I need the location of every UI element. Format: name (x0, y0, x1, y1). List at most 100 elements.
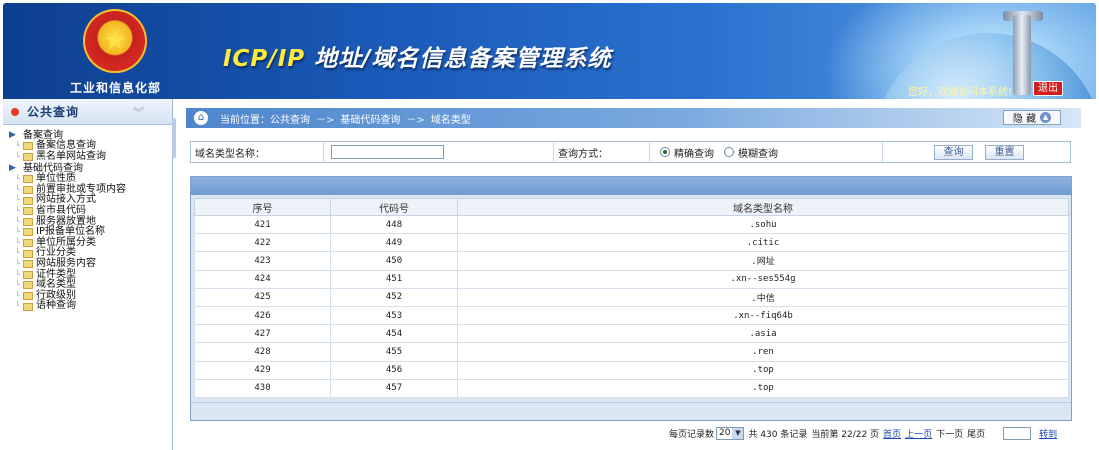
tree-line-icon: └ (15, 174, 20, 184)
fuzzy-query-radio[interactable] (724, 147, 734, 157)
national-emblem-icon: ★ (83, 9, 147, 73)
cell-code: 454 (330, 324, 458, 344)
table-row: 421 448 .sohu (194, 214, 1069, 235)
nav-item-label: 语种查询 (36, 300, 76, 312)
page-icon (23, 302, 33, 311)
page-icon (23, 142, 33, 151)
nav-item[interactable]: └ 语种查询 (9, 301, 172, 312)
goto-link[interactable]: 转到 (1039, 427, 1057, 440)
cell-domain-type: .中信 (457, 287, 1069, 307)
cell-index: 427 (194, 324, 331, 344)
tree-line-icon: └ (15, 205, 20, 215)
nav-item[interactable]: └ 备案信息查询 (9, 140, 172, 152)
tree-line-icon: └ (15, 216, 20, 226)
table-row: 425 452 .中信 (194, 287, 1069, 307)
last-page-text: 尾页 (967, 429, 986, 440)
table-row: 430 457 .top (194, 378, 1069, 398)
sidebar-splitter-handle[interactable] (172, 118, 176, 158)
pagination: 每页记录数 20 ▼ 共 430 条记录 当前第 22/22 页 首页 上一页 下… (669, 425, 1069, 441)
exact-query-label[interactable]: 精确查询 (674, 145, 714, 160)
page-icon (23, 260, 33, 269)
fuzzy-query-label[interactable]: 模糊查询 (738, 145, 778, 160)
cell-domain-type: .网址 (457, 251, 1069, 271)
cell-domain-type: .sohu (457, 214, 1069, 235)
page-icon (23, 152, 33, 161)
total-records: 共 430 条记录 (748, 429, 808, 440)
cell-domain-type: .asia (457, 324, 1069, 344)
cell-index: 424 (194, 269, 331, 289)
cell-code: 449 (330, 233, 458, 253)
tree-line-icon: └ (15, 141, 20, 150)
logout-button[interactable]: 退出 (1033, 81, 1063, 96)
page-icon (23, 207, 33, 216)
nav-item[interactable]: └ 证件类型 (9, 269, 172, 281)
page-icon (23, 217, 33, 226)
collapse-chevron-icon[interactable]: ︾ (133, 104, 144, 120)
first-page-link[interactable]: 首页 (883, 427, 901, 440)
tree-line-icon: └ (15, 258, 20, 268)
nav-item[interactable]: └ 单位所属分类 (9, 237, 172, 249)
nav-item-label: 网站服务内容 (36, 257, 96, 269)
results-panel: 序号 代码号 域名类型名称 421 448 .sohu 422 449 .citic 423… (190, 176, 1072, 421)
tree-line-icon: └ (15, 301, 20, 311)
folder-group-icon: ▶ (9, 163, 16, 174)
goto-page-input[interactable] (1003, 426, 1032, 440)
cell-index: 425 (194, 287, 331, 307)
cell-code: 451 (330, 269, 458, 289)
mode-label: 查询方式： (554, 142, 650, 162)
cell-index: 428 (194, 342, 331, 362)
home-icon: ⌂ (194, 111, 208, 125)
folder-group-icon: ▶ (9, 130, 16, 140)
exact-query-radio[interactable] (660, 147, 670, 157)
nav-tree: ▶ 备案查询 └ 备案信息查询 └ 黑名单网站查询 ▶ 基础代码查询 └ 单位性质 └ 前置审批或专项… (3, 125, 172, 312)
welcome-text: 您好，欢迎访问本系统! (908, 87, 1013, 98)
per-page-select[interactable]: 20 ▼ (716, 426, 745, 440)
table-header-row: 序号 代码号 域名类型名称 (194, 198, 1069, 216)
sidebar-header[interactable]: 公共查询 ︾ (3, 99, 172, 125)
nav-item-label: 黑名单网站查询 (36, 150, 106, 162)
table-body: 421 448 .sohu 422 449 .citic 423 450 .网址 424 451 .x… (194, 214, 1069, 398)
cell-index: 421 (194, 214, 331, 235)
page-icon (23, 249, 33, 258)
page-icon (23, 239, 33, 248)
tree-line-icon: └ (15, 280, 20, 290)
title-rest: 地址/域名信息备案管理系统 (305, 46, 612, 72)
reset-button[interactable]: 重置 (985, 144, 1024, 160)
results-panel-header (191, 177, 1071, 195)
table-row: 427 454 .asia (194, 324, 1069, 344)
cell-domain-type: .xn--ses554g (457, 269, 1069, 289)
page-icon (23, 292, 33, 301)
column-header-code: 代码号 (330, 198, 458, 216)
nav-group[interactable]: ▶ 基础代码查询 (9, 163, 172, 174)
results-table: 序号 代码号 域名类型名称 421 448 .sohu 422 449 .citic 423… (194, 198, 1069, 398)
nav-item[interactable]: └ 行政级别 (9, 290, 172, 302)
page-icon (23, 270, 33, 279)
search-bar: 域名类型名称： 查询方式： 精确查询 模糊查询 查询 重置 (190, 141, 1071, 163)
table-row: 426 453 .xn--fiq64b (194, 305, 1069, 326)
breadcrumb-level2: 基础代码查询 (340, 114, 401, 126)
table-row: 424 451 .xn--ses554g (194, 269, 1069, 289)
nav-item[interactable]: └ 黑名单网站查询 (9, 150, 172, 163)
system-title: ICP/IP 地址/域名信息备案管理系统 (223, 39, 612, 73)
prev-page-link[interactable]: 上一页 (905, 427, 932, 440)
breadcrumb-arrow: －> (406, 114, 425, 126)
tree-line-icon: └ (15, 290, 20, 300)
page-icon (23, 228, 33, 237)
nav-item[interactable]: └ 网站接入方式 (9, 195, 172, 206)
dropdown-arrow-icon: ▼ (732, 427, 744, 439)
tree-line-icon: └ (15, 269, 20, 279)
ministry-name: 工业和信息化部 (69, 81, 161, 95)
nav-item[interactable]: └ 网站服务内容 (9, 257, 172, 270)
cell-domain-type: .top (457, 378, 1069, 398)
query-button[interactable]: 查询 (934, 144, 973, 160)
nav-item[interactable]: └ 省市县代码 (9, 205, 172, 217)
domain-type-name-input[interactable] (331, 145, 444, 159)
cell-code: 450 (330, 251, 458, 271)
next-page-text: 下一页 (936, 429, 964, 440)
breadcrumb-arrow: －> (316, 114, 335, 126)
tree-line-icon: └ (15, 248, 20, 258)
hide-button[interactable]: 隐 藏 ▲ (1003, 110, 1061, 125)
cell-domain-type: .top (457, 360, 1069, 380)
column-header-domain-type: 域名类型名称 (457, 198, 1069, 216)
nav-item[interactable]: └ 域名类型 (9, 280, 172, 291)
